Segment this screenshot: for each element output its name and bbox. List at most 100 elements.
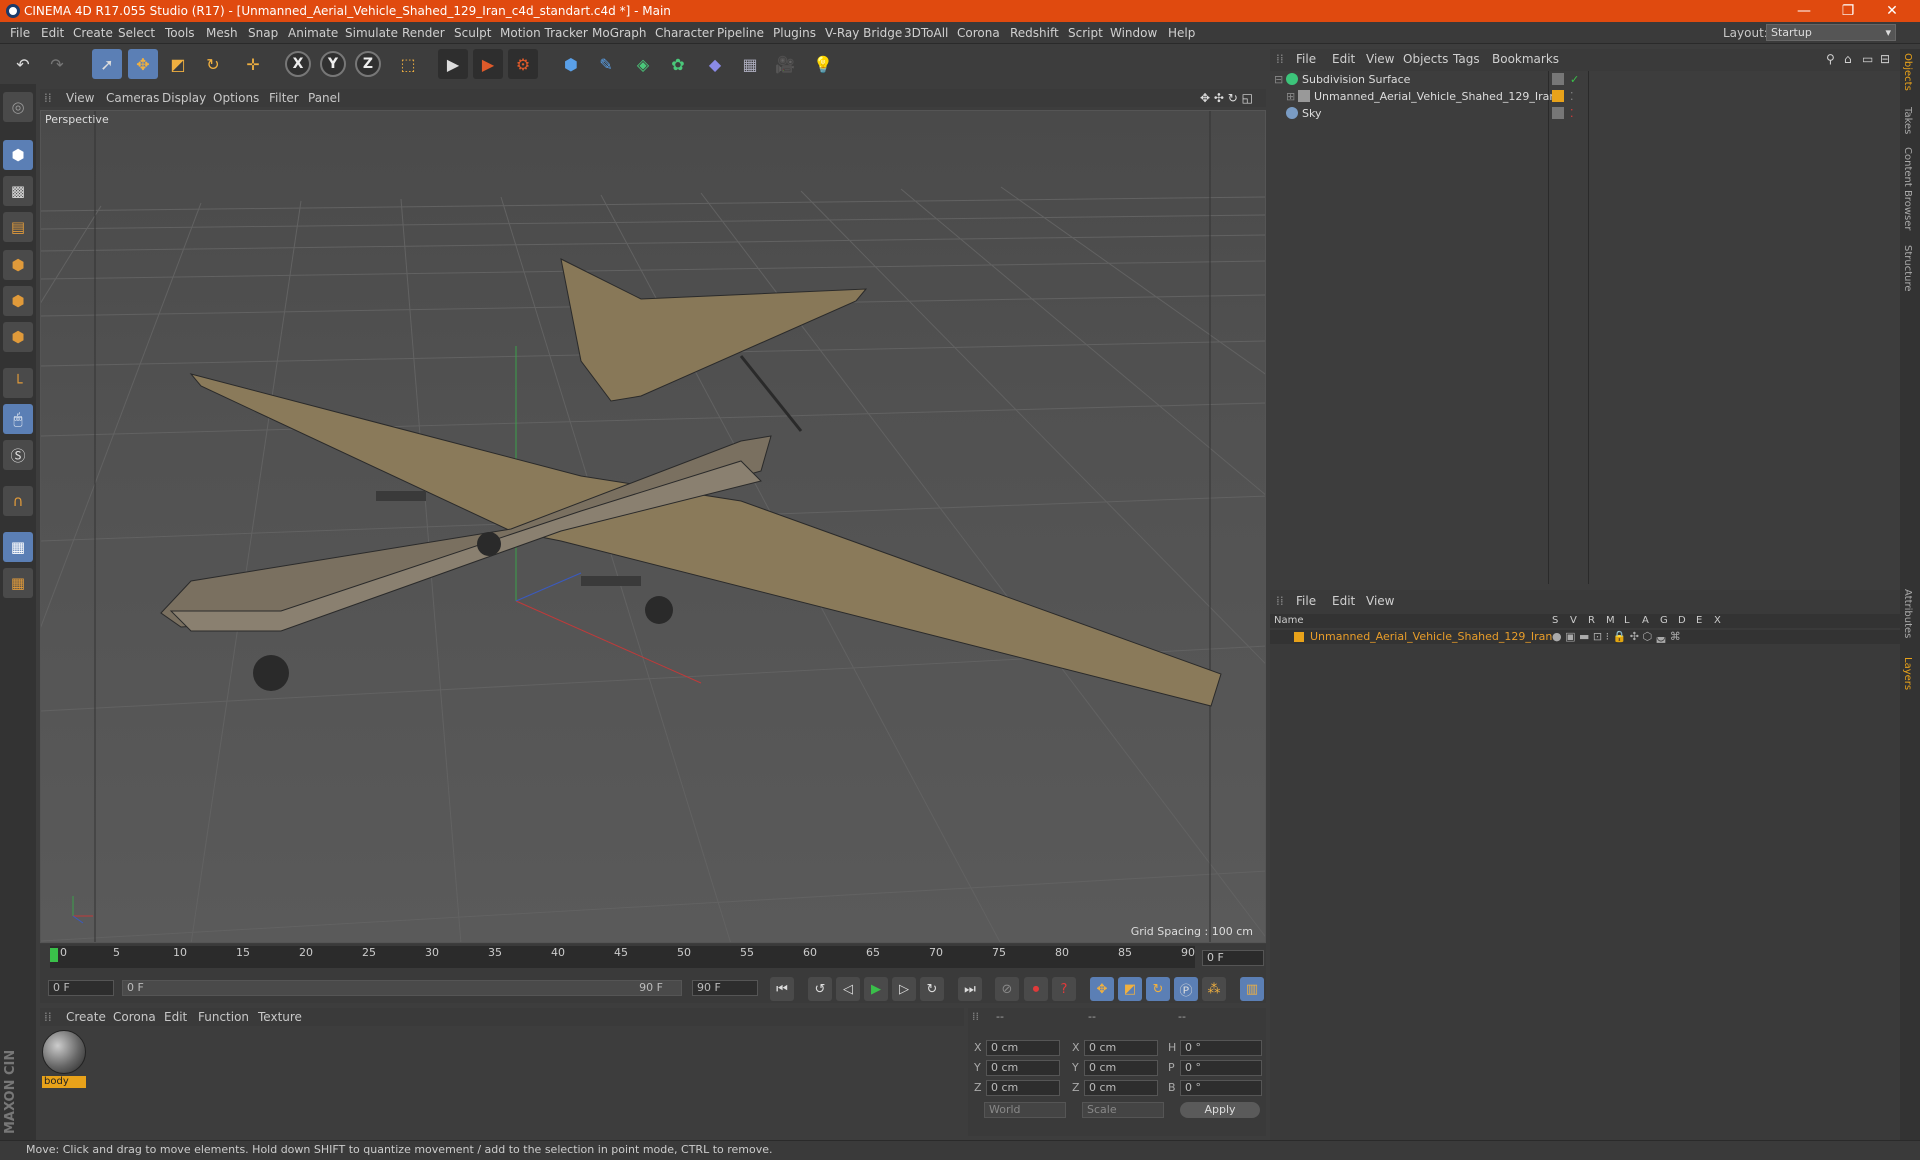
coord-mode-select[interactable]: Scale [1082, 1102, 1164, 1118]
layers-menu-view[interactable]: View [1366, 594, 1394, 608]
menu-window[interactable]: Window [1110, 26, 1157, 40]
expand-icon[interactable]: ▭ [1862, 52, 1873, 66]
object-name[interactable]: Sky [1302, 105, 1321, 122]
timeline-window-button[interactable]: ▥ [1240, 977, 1264, 1001]
material-menu-corona[interactable]: Corona [113, 1010, 156, 1024]
viewport-menu-filter[interactable]: Filter [269, 91, 299, 105]
restore-button[interactable]: ❐ [1826, 0, 1870, 22]
object-name[interactable]: Unmanned_Aerial_Vehicle_Shahed_129_Iran [1314, 88, 1556, 105]
enabled-check-icon[interactable]: ✓ [1570, 71, 1579, 88]
subdivision-surface-button[interactable]: ◈ [628, 49, 658, 79]
objects-menu-edit[interactable]: Edit [1332, 52, 1355, 66]
cube-primitive-button[interactable]: ⬢ [556, 49, 586, 79]
menu-tools[interactable]: Tools [165, 26, 195, 40]
points-mode-button[interactable]: ⬢ [3, 250, 33, 280]
go-to-start-button[interactable]: ⏮ [770, 977, 794, 1001]
object-row-uav[interactable]: ⊞ Unmanned_Aerial_Vehicle_Shahed_129_Ira… [1270, 88, 1900, 105]
viewport-nav-icons[interactable]: ✥ ✣ ↻ ◱ [1200, 91, 1253, 105]
end-frame-field[interactable]: 90 F [692, 980, 758, 996]
layer-name[interactable]: Unmanned_Aerial_Vehicle_Shahed_129_Iran [1310, 630, 1552, 644]
menu-mograph[interactable]: MoGraph [592, 26, 647, 40]
layer-color-icon[interactable] [1294, 632, 1304, 642]
play-button[interactable]: ▶ [864, 977, 888, 1001]
tweak-mode-button[interactable]: 🖱 [3, 404, 33, 434]
z-axis-lock-button[interactable]: Z [355, 51, 381, 77]
autokey-button[interactable]: ⏺ [1024, 977, 1048, 1001]
menu-file[interactable]: File [10, 26, 30, 40]
menu-select[interactable]: Select [118, 26, 155, 40]
deformer-button[interactable]: ◆ [700, 49, 730, 79]
live-selection-button[interactable]: ➚ [92, 49, 122, 79]
visibility-dots-icon[interactable]: ⁚ [1570, 105, 1574, 122]
tab-objects[interactable]: Objects [1902, 53, 1913, 91]
menu-script[interactable]: Script [1068, 26, 1103, 40]
make-editable-button[interactable]: ◎ [3, 92, 33, 122]
menu-help[interactable]: Help [1168, 26, 1195, 40]
model-mode-button[interactable]: ⬢ [3, 140, 33, 170]
next-frame-button[interactable]: ▷ [892, 977, 916, 1001]
render-view-button[interactable]: ▶ [438, 49, 468, 79]
layers-menu-file[interactable]: File [1296, 594, 1316, 608]
pen-spline-button[interactable]: ✎ [591, 49, 621, 79]
coordinate-system-button[interactable]: ⬚ [393, 49, 423, 79]
menu-simulate[interactable]: Simulate [345, 26, 398, 40]
menu-pipeline[interactable]: Pipeline [717, 26, 764, 40]
transform-tool-button[interactable]: ✛ [238, 49, 268, 79]
material-name[interactable]: body [42, 1076, 86, 1088]
workplane-lock-button[interactable]: ▦ [3, 532, 33, 562]
menu-motion-tracker[interactable]: Motion Tracker [500, 26, 588, 40]
light-button[interactable]: 💡 [808, 49, 838, 79]
key-scale-button[interactable]: ◩ [1118, 977, 1142, 1001]
minimize-button[interactable]: — [1782, 0, 1826, 22]
rotation-h-field[interactable]: 0 ° [1180, 1040, 1262, 1056]
key-parameter-button[interactable]: Ⓟ [1174, 977, 1198, 1001]
menu-create[interactable]: Create [73, 26, 113, 40]
expand-icon[interactable]: ⊞ [1286, 88, 1295, 105]
menu-corona[interactable]: Corona [957, 26, 1000, 40]
key-pla-button[interactable]: ⁂ [1202, 977, 1226, 1001]
collapse-icon[interactable]: ⊟ [1274, 71, 1283, 88]
redo-button[interactable]: ↷ [42, 49, 72, 79]
start-frame-field[interactable]: 0 F [48, 980, 114, 996]
menu-plugins[interactable]: Plugins [773, 26, 816, 40]
tab-attributes[interactable]: Attributes [1902, 589, 1913, 638]
camera-button[interactable]: 🎥 [770, 49, 800, 79]
layout-select[interactable]: Startup ▾ [1766, 24, 1896, 41]
menu-redshift[interactable]: Redshift [1010, 26, 1059, 40]
viewport-menu-view[interactable]: View [66, 91, 94, 105]
menu-render[interactable]: Render [402, 26, 445, 40]
apply-button[interactable]: Apply [1180, 1102, 1260, 1118]
material-menu-create[interactable]: Create [66, 1010, 106, 1024]
render-settings-button[interactable]: ⚙ [508, 49, 538, 79]
rotate-tool-button[interactable]: ↻ [198, 49, 228, 79]
viewport-menu-panel[interactable]: Panel [308, 91, 340, 105]
objects-menu-view[interactable]: View [1366, 52, 1394, 66]
menu-vray-bridge[interactable]: V-Ray Bridge [825, 26, 902, 40]
home-icon[interactable]: ⌂ [1844, 52, 1852, 66]
position-y-field[interactable]: 0 cm [986, 1060, 1060, 1076]
layer-row[interactable]: Unmanned_Aerial_Vehicle_Shahed_129_Iran … [1270, 630, 1900, 644]
axis-mode-button[interactable]: └ [3, 368, 33, 398]
layer-color-icon[interactable] [1552, 90, 1564, 102]
solo-button[interactable]: ▦ [3, 568, 33, 598]
objects-menu-bookmarks[interactable]: Bookmarks [1492, 52, 1559, 66]
previous-key-button[interactable]: ↺ [808, 977, 832, 1001]
snapping-button[interactable]: Ⓢ [3, 440, 33, 470]
key-rotation-button[interactable]: ↻ [1146, 977, 1170, 1001]
menu-animate[interactable]: Animate [288, 26, 338, 40]
y-axis-lock-button[interactable]: Y [320, 51, 346, 77]
frame-range-slider[interactable]: 0 F 90 F [122, 980, 682, 996]
viewport-menu-cameras[interactable]: Cameras [106, 91, 159, 105]
material-menu-function[interactable]: Function [198, 1010, 249, 1024]
material-menu-texture[interactable]: Texture [258, 1010, 302, 1024]
size-z-field[interactable]: 0 cm [1084, 1080, 1158, 1096]
viewport-menu-display[interactable]: Display [162, 91, 206, 105]
coord-system-select[interactable]: World [984, 1102, 1066, 1118]
objects-menu-file[interactable]: File [1296, 52, 1316, 66]
objects-menu-objects[interactable]: Objects [1403, 52, 1448, 66]
menu-character[interactable]: Character [655, 26, 714, 40]
render-picture-viewer-button[interactable]: ▶ [473, 49, 503, 79]
key-position-button[interactable]: ✥ [1090, 977, 1114, 1001]
object-row-sky[interactable]: Sky ⁚ [1270, 105, 1900, 122]
go-to-end-button[interactable]: ⏭ [958, 977, 982, 1001]
